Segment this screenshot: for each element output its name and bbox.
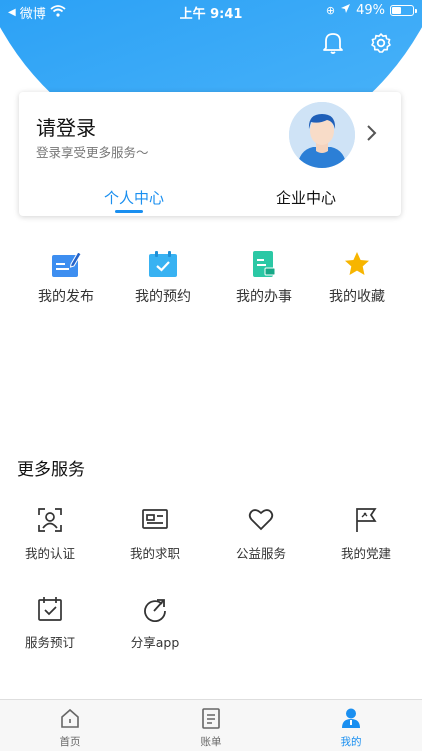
service-label: 公益服务 <box>235 546 286 561</box>
bill-icon <box>200 707 222 731</box>
quick-label: 我的收藏 <box>329 289 385 305</box>
nav-label: 首页 <box>59 736 81 748</box>
user-icon <box>340 707 362 731</box>
battery-percent: 49% <box>356 3 385 18</box>
login-card[interactable]: 请登录 登录享受更多服务～ 个人中心 企业中心 <box>19 92 401 216</box>
avatar[interactable] <box>289 102 355 168</box>
flag-icon <box>353 507 379 535</box>
chevron-right-icon[interactable] <box>365 124 379 142</box>
login-title[interactable]: 请登录 <box>36 112 96 141</box>
home-icon <box>59 707 81 731</box>
service-label: 我的认证 <box>24 546 75 561</box>
gear-icon[interactable] <box>368 30 394 56</box>
bell-icon[interactable] <box>320 30 346 56</box>
rotation-lock-icon: ⊕ <box>325 4 336 17</box>
edit-note-icon <box>51 250 82 278</box>
quick-my-appointments[interactable]: 我的预约 <box>113 250 213 306</box>
nav-mine[interactable]: 我的 <box>301 707 401 749</box>
bottom-nav: 首页 账单 我的 <box>0 699 422 751</box>
document-icon <box>251 250 277 278</box>
more-services-title: 更多服务 <box>17 460 85 480</box>
calendar-check-icon <box>148 250 178 278</box>
quick-label: 我的发布 <box>38 289 94 305</box>
service-booking[interactable]: 服务预订 <box>0 596 100 651</box>
heart-icon <box>248 507 274 535</box>
location-arrow-icon <box>340 3 351 18</box>
star-icon <box>343 250 371 278</box>
nav-bill[interactable]: 账单 <box>161 707 261 749</box>
battery-icon <box>390 5 417 16</box>
calendar-check-icon <box>37 596 63 624</box>
quick-label: 我的预约 <box>135 289 191 305</box>
tab-enterprise-center[interactable]: 企业中心 <box>251 187 361 208</box>
service-label: 我的求职 <box>129 546 180 561</box>
quick-my-favorites[interactable]: 我的收藏 <box>307 250 407 306</box>
nav-label: 账单 <box>200 736 222 748</box>
service-label: 我的党建 <box>340 546 391 561</box>
tab-personal-center[interactable]: 个人中心 <box>79 187 189 208</box>
nav-label: 我的 <box>340 736 362 748</box>
service-party-building[interactable]: 我的党建 <box>316 507 416 562</box>
quick-label: 我的办事 <box>236 289 292 305</box>
active-tab-indicator <box>115 210 143 213</box>
service-my-jobs[interactable]: 我的求职 <box>105 507 205 562</box>
quick-my-affairs[interactable]: 我的办事 <box>214 250 314 306</box>
login-subtitle: 登录享受更多服务～ <box>36 145 149 160</box>
status-bar: ◀ 微博 上午 9:41 ⊕ 49% <box>0 0 422 22</box>
resume-card-icon <box>141 507 169 535</box>
service-public-welfare[interactable]: 公益服务 <box>211 507 311 562</box>
service-share-app[interactable]: 分享app <box>105 596 205 651</box>
service-my-certification[interactable]: 我的认证 <box>0 507 100 562</box>
nav-home[interactable]: 首页 <box>20 707 120 749</box>
service-label: 服务预订 <box>24 635 75 650</box>
id-scan-icon <box>37 507 63 535</box>
quick-my-posts[interactable]: 我的发布 <box>16 250 116 306</box>
service-label: 分享app <box>130 635 180 650</box>
share-arrow-icon <box>142 596 168 624</box>
